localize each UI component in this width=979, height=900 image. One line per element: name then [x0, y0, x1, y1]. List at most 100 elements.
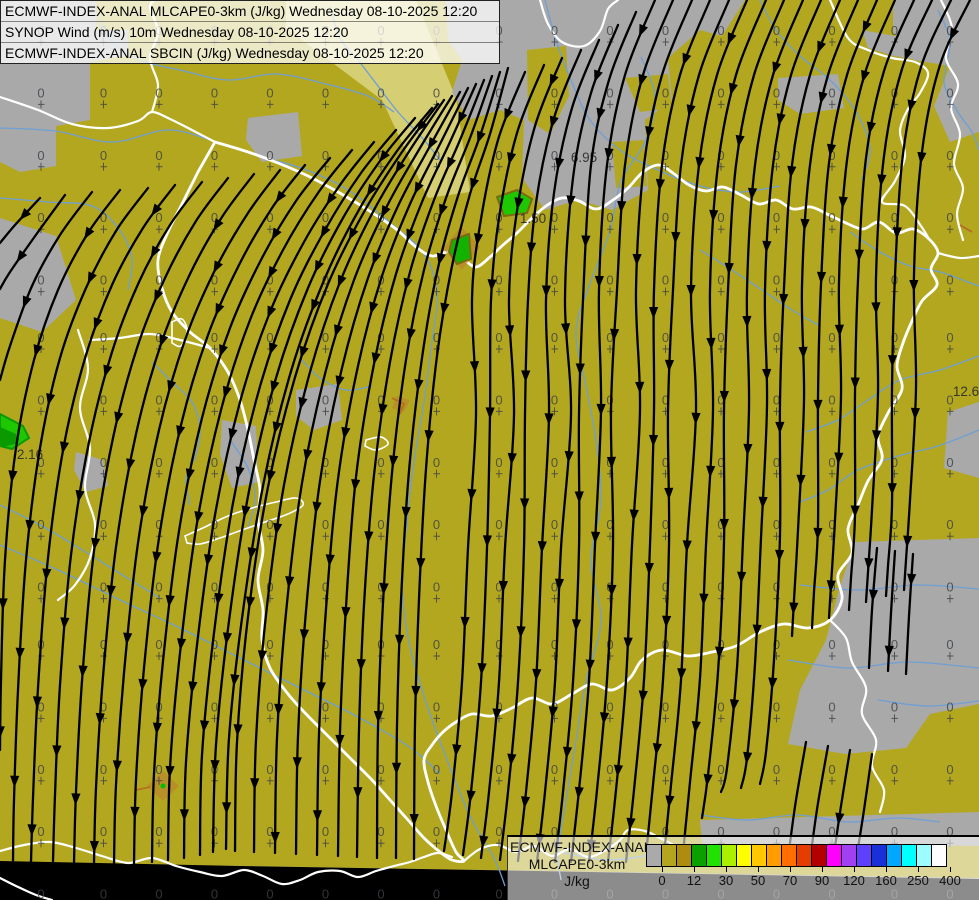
legend-color-bar	[646, 844, 947, 867]
legend-tick-mark	[726, 867, 727, 872]
station-wind-value: 0	[266, 517, 273, 532]
legend-title-param: MLCAPE0-3km	[528, 856, 626, 872]
station-wind-value: 0	[377, 887, 384, 900]
station-wind-value: 0	[495, 824, 502, 839]
station-wind-value: 0	[946, 637, 953, 652]
station-wind-value: 0	[828, 273, 835, 288]
legend-tick-label: 400	[939, 873, 961, 888]
station-wind-value: 0	[717, 330, 724, 345]
legend-tick-mark	[694, 867, 695, 872]
station-wind-value: 0	[551, 517, 558, 532]
station-wind-value: 0	[377, 455, 384, 470]
station-wind-value: 0	[433, 580, 440, 595]
weather-map: 0 0 0 0 0 0 0 0 0 0 0 0 0 0 0 0 0 0 0 0 0 0 0 0 0 0 0 0 0 0 0 0 0 0 0 0 0 0 0 0…	[0, 0, 979, 900]
station-wind-value: 0	[662, 699, 669, 714]
station-wind-value: 0	[37, 517, 44, 532]
station-wind-value: 0	[828, 699, 835, 714]
station-wind-value: 0	[266, 762, 273, 777]
legend-color-cell	[916, 844, 932, 867]
station-wind-value: 0	[495, 762, 502, 777]
station-wind-value: 0	[773, 762, 780, 777]
station-wind-value: 0	[37, 148, 44, 163]
station: 0	[495, 887, 502, 900]
station-wind-value: 0	[266, 637, 273, 652]
station-wind-value: 0	[155, 824, 162, 839]
station-wind-value: 0	[946, 699, 953, 714]
station-wind-value: 0	[266, 887, 273, 900]
station-wind-value: 0	[433, 392, 440, 407]
station-wind-value: 0	[946, 455, 953, 470]
station-wind-value: 0	[100, 517, 107, 532]
station-wind-value: 0	[37, 85, 44, 100]
station-wind-value: 0	[322, 762, 329, 777]
legend-tick-mark	[662, 867, 663, 872]
station-wind-value: 0	[322, 517, 329, 532]
station-wind-value: 0	[717, 699, 724, 714]
station-wind-value: 0	[773, 85, 780, 100]
station-wind-value: 0	[946, 762, 953, 777]
station-wind-value: 0	[433, 455, 440, 470]
legend-color-cell	[646, 844, 662, 867]
legend-units: J/kg	[564, 873, 590, 889]
station-wind-value: 0	[155, 887, 162, 900]
station-wind-value: 0	[717, 210, 724, 225]
legend-color-cell	[886, 844, 902, 867]
station-wind-value: 0	[946, 580, 953, 595]
station-wind-value: 0	[828, 455, 835, 470]
station-wind-value: 0	[433, 517, 440, 532]
title-line-sbcin: ECMWF-INDEX-ANAL SBCIN (J/kg) Wednesday …	[5, 45, 424, 61]
station-wind-value: 0	[433, 699, 440, 714]
legend-color-cell	[751, 844, 767, 867]
legend-tick-mark	[854, 867, 855, 872]
station-wind-value: 0	[495, 887, 502, 900]
station-wind-value: 0	[773, 330, 780, 345]
station-wind-value: 0	[377, 824, 384, 839]
legend-color-cell	[706, 844, 722, 867]
station-wind-value: 0	[662, 85, 669, 100]
station-wind-value: 0	[773, 699, 780, 714]
station-wind-value: 0	[946, 273, 953, 288]
station-wind-value: 0	[662, 273, 669, 288]
station-wind-value: 0	[155, 455, 162, 470]
station-wind-value: 0	[495, 330, 502, 345]
station-wind-value: 0	[266, 699, 273, 714]
station-wind-value: 0	[495, 148, 502, 163]
legend-color-cell	[721, 844, 737, 867]
legend-color-cell	[931, 844, 947, 867]
station: 0	[266, 887, 273, 900]
legend-color-cell	[676, 844, 692, 867]
legend-color-cell	[811, 844, 827, 867]
station-wind-value: 0	[495, 455, 502, 470]
station-wind-value: 0	[828, 85, 835, 100]
station-wind-value: 0	[662, 762, 669, 777]
station-wind-value: 0	[828, 392, 835, 407]
station-wind-value: 0	[433, 637, 440, 652]
legend-color-cell	[871, 844, 887, 867]
legend-tick-mark	[950, 867, 951, 872]
station-wind-value: 0	[717, 85, 724, 100]
station-wind-value: 0	[322, 85, 329, 100]
station-wind-value: 0	[551, 23, 558, 38]
legend-title-model: ECMWF-INDEX-ANAL	[510, 839, 652, 855]
legend-color-cell	[841, 844, 857, 867]
station-wind-value: 0	[322, 392, 329, 407]
station-wind-value: 0	[828, 637, 835, 652]
legend-color-cell	[766, 844, 782, 867]
station-wind-value: 0	[100, 85, 107, 100]
station-wind-value: 0	[946, 85, 953, 100]
station-wind-value: 0	[211, 455, 218, 470]
station: 0	[100, 887, 107, 900]
station-wind-value: 0	[433, 887, 440, 900]
station-wind-value: 0	[100, 824, 107, 839]
station-wind-value: 0	[773, 210, 780, 225]
legend-color-cell	[856, 844, 872, 867]
station-wind-value: 0	[662, 210, 669, 225]
station-wind-value: 0	[266, 85, 273, 100]
station-wind-value: 0	[551, 762, 558, 777]
station: 0	[37, 887, 44, 900]
station-wind-value: 0	[551, 85, 558, 100]
station-wind-value: 0	[828, 762, 835, 777]
title-line-synop-wind: SYNOP Wind (m/s) 10m Wednesday 08-10-202…	[1, 22, 499, 43]
station: 0	[377, 887, 384, 900]
legend-color-cell	[736, 844, 752, 867]
